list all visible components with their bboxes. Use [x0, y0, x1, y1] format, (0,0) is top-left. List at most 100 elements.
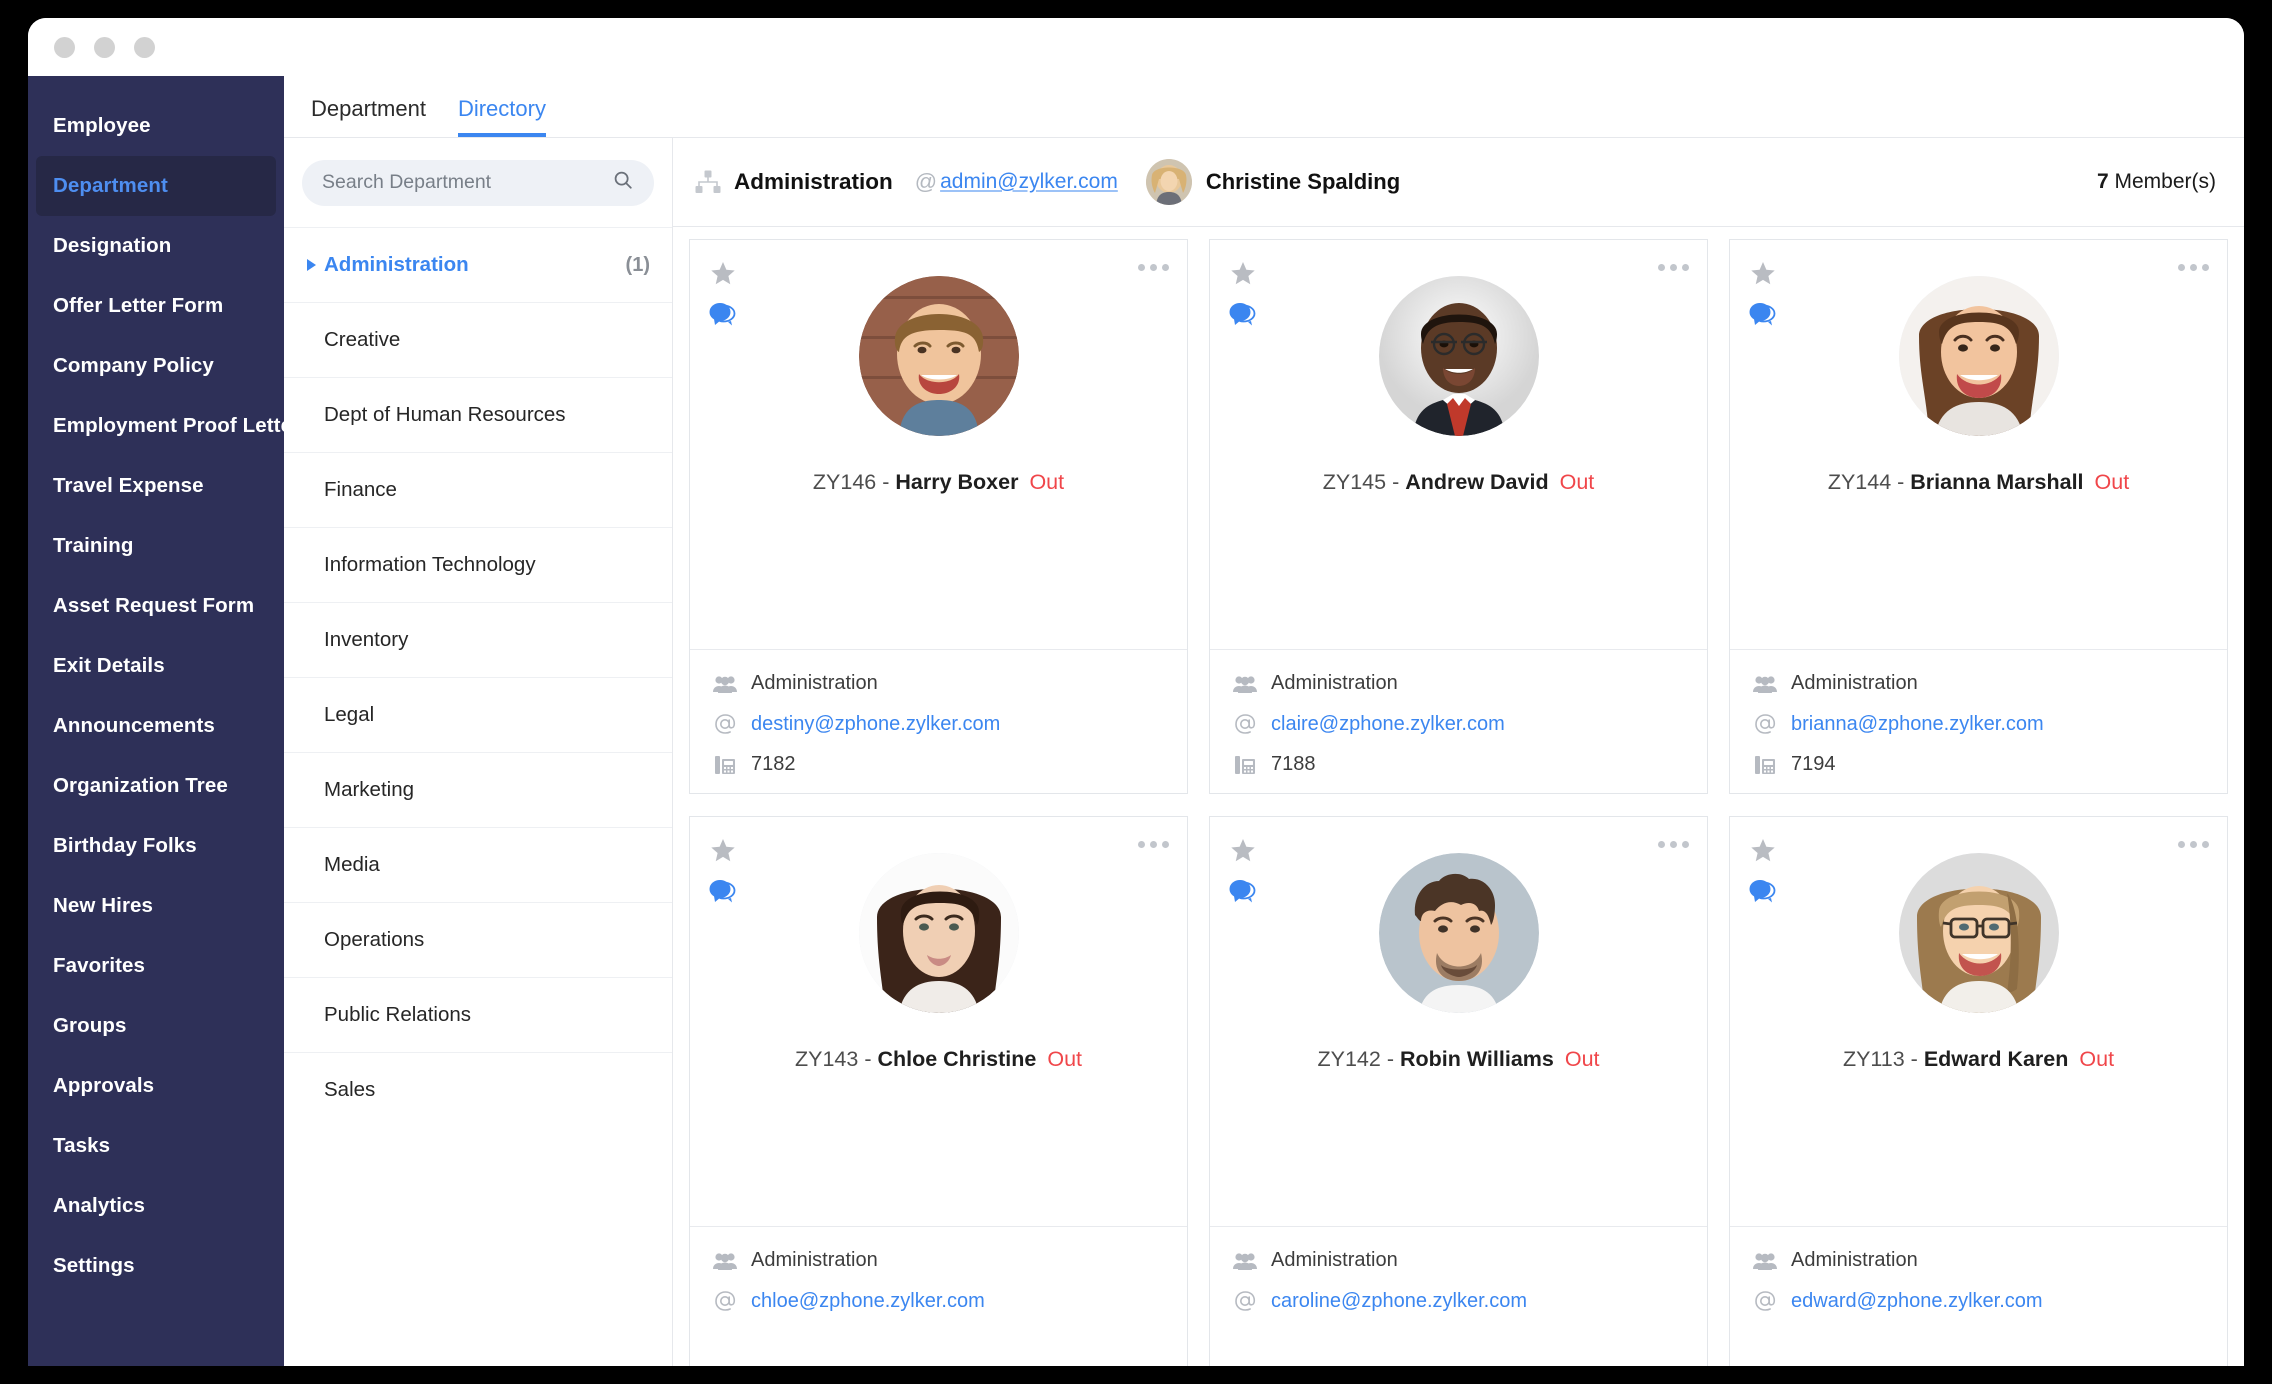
chat-icon[interactable] [1229, 302, 1256, 331]
employee-extension: 7182 [751, 753, 796, 775]
main-sidebar: Employee Department Designation Offer Lette… [28, 76, 284, 1366]
tab-department[interactable]: Department [311, 96, 426, 137]
department-row[interactable]: Legal [284, 677, 672, 752]
sidebar-item-analytics[interactable]: Analytics [28, 1176, 284, 1236]
sidebar-item-employee[interactable]: Employee [28, 96, 284, 156]
employee-card[interactable]: ZY146 - Harry Boxer Out Administration dest… [689, 239, 1188, 794]
sidebar-item-asset-request-form[interactable]: Asset Request Form [28, 576, 284, 636]
member-count-number: 7 [2096, 170, 2109, 193]
department-row[interactable]: Creative [284, 302, 672, 377]
department-row[interactable]: Marketing [284, 752, 672, 827]
sidebar-item-offer-letter-form[interactable]: Offer Letter Form [28, 276, 284, 336]
sidebar-item-birthday-folks[interactable]: Birthday Folks [28, 816, 284, 876]
sidebar-item-label: Training [53, 534, 134, 557]
more-options-icon[interactable] [1138, 264, 1169, 271]
sidebar-item-training[interactable]: Training [28, 516, 284, 576]
employee-email-row: claire@zphone.zylker.com [1232, 712, 1707, 736]
sidebar-item-label: Travel Expense [53, 474, 204, 497]
sidebar-item-label: Birthday Folks [53, 834, 197, 857]
employee-card[interactable]: ZY113 - Edward Karen Out Administration edw… [1729, 816, 2228, 1366]
name-separator: - [1891, 470, 1911, 494]
employee-id: ZY142 [1317, 1047, 1381, 1071]
employee-email-link[interactable]: claire@zphone.zylker.com [1271, 713, 1505, 736]
department-name: Operations [324, 928, 425, 951]
star-icon[interactable] [710, 839, 736, 869]
people-icon [712, 1252, 738, 1270]
employee-department-row: Administration [1752, 672, 2227, 695]
search-input[interactable] [322, 171, 612, 194]
department-row[interactable]: Media [284, 827, 672, 902]
chat-icon[interactable] [709, 302, 736, 331]
employee-email-link[interactable]: edward@zphone.zylker.com [1791, 1290, 2043, 1313]
sidebar-item-employment-proof-letter[interactable]: Employment Proof Letter [28, 396, 284, 456]
tab-directory[interactable]: Directory [457, 96, 546, 137]
department-row[interactable]: Information Technology [284, 527, 672, 602]
department-name: Legal [324, 703, 375, 726]
more-options-icon[interactable] [2178, 841, 2209, 848]
chat-icon[interactable] [1749, 302, 1776, 331]
desk-phone-icon [1232, 754, 1258, 776]
employee-email-link[interactable]: chloe@zphone.zylker.com [751, 1290, 985, 1313]
star-icon[interactable] [1230, 839, 1256, 869]
employee-avatar [1898, 276, 2059, 436]
admin-email-link[interactable]: admin@zylker.com [940, 170, 1118, 194]
employee-card[interactable]: ZY144 - Brianna Marshall Out Administratio… [1729, 239, 2228, 794]
employee-email-link[interactable]: caroline@zphone.zylker.com [1271, 1290, 1527, 1313]
department-row[interactable]: Finance [284, 452, 672, 527]
sidebar-item-favorites[interactable]: Favorites [28, 936, 284, 996]
more-options-icon[interactable] [2178, 264, 2209, 271]
employee-email-link[interactable]: brianna@zphone.zylker.com [1791, 713, 2044, 736]
employee-card-top: ZY146 - Harry Boxer Out [690, 240, 1187, 650]
chat-icon[interactable] [1229, 879, 1256, 908]
employee-email-link[interactable]: destiny@zphone.zylker.com [751, 713, 1000, 736]
sidebar-item-label: New Hires [53, 894, 154, 917]
department-row[interactable]: Dept of Human Resources [284, 377, 672, 452]
star-icon[interactable] [1230, 262, 1256, 292]
sidebar-item-department[interactable]: Department [36, 156, 276, 216]
more-options-icon[interactable] [1138, 841, 1169, 848]
sidebar-item-designation[interactable]: Designation [28, 216, 284, 276]
chat-icon[interactable] [1749, 879, 1776, 908]
sidebar-item-settings[interactable]: Settings [28, 1236, 284, 1296]
sidebar-item-tasks[interactable]: Tasks [28, 1116, 284, 1176]
sidebar-item-approvals[interactable]: Approvals [28, 1056, 284, 1116]
search-box[interactable] [302, 159, 654, 206]
employee-card[interactable]: ZY142 - Robin Williams Out Administration c… [1209, 816, 1708, 1366]
sidebar-item-groups[interactable]: Groups [28, 996, 284, 1056]
sidebar-item-organization-tree[interactable]: Organization Tree [28, 756, 284, 816]
star-icon[interactable] [1750, 262, 1776, 292]
employee-card[interactable]: ZY143 - Chloe Christine Out Administration… [689, 816, 1188, 1366]
sidebar-item-announcements[interactable]: Announcements [28, 696, 284, 756]
star-icon[interactable] [710, 262, 736, 292]
sidebar-item-new-hires[interactable]: New Hires [28, 876, 284, 936]
caret-right-icon[interactable] [306, 258, 324, 272]
sidebar-item-company-policy[interactable]: Company Policy [28, 336, 284, 396]
star-icon[interactable] [1750, 839, 1776, 869]
people-icon [712, 675, 738, 693]
department-row[interactable]: Sales [284, 1052, 672, 1127]
department-row[interactable]: Operations [284, 902, 672, 977]
window-maximize-dot[interactable] [134, 36, 155, 58]
window-close-dot[interactable] [54, 36, 75, 58]
department-name: Sales [324, 1078, 376, 1101]
search-icon[interactable] [612, 169, 634, 196]
employee-cards-scroll[interactable]: ZY146 - Harry Boxer Out Administration dest… [673, 227, 2244, 1366]
chat-icon[interactable] [709, 879, 736, 908]
employee-card[interactable]: ZY145 - Andrew David Out Administration cla… [1209, 239, 1708, 794]
sidebar-item-label: Employee [53, 114, 151, 137]
window-minimize-dot[interactable] [94, 36, 115, 58]
more-options-icon[interactable] [1658, 264, 1689, 271]
sidebar-item-exit-details[interactable]: Exit Details [28, 636, 284, 696]
employee-department-row: Administration [712, 1249, 1187, 1272]
employee-card-meta: Administration destiny@zphone.zylker.com 7… [690, 650, 1187, 793]
department-row[interactable]: Administration (1) [284, 227, 672, 302]
department-row[interactable]: Inventory [284, 602, 672, 677]
app-body: Employee Department Designation Offer Lette… [28, 76, 2244, 1366]
sidebar-item-travel-expense[interactable]: Travel Expense [28, 456, 284, 516]
employee-avatar [1898, 853, 2059, 1013]
employee-name: Harry Boxer [895, 470, 1019, 494]
department-row[interactable]: Public Relations [284, 977, 672, 1052]
department-name: Finance [324, 478, 397, 501]
main-content: Department Directory Search Department A… [284, 76, 2244, 1366]
more-options-icon[interactable] [1658, 841, 1689, 848]
